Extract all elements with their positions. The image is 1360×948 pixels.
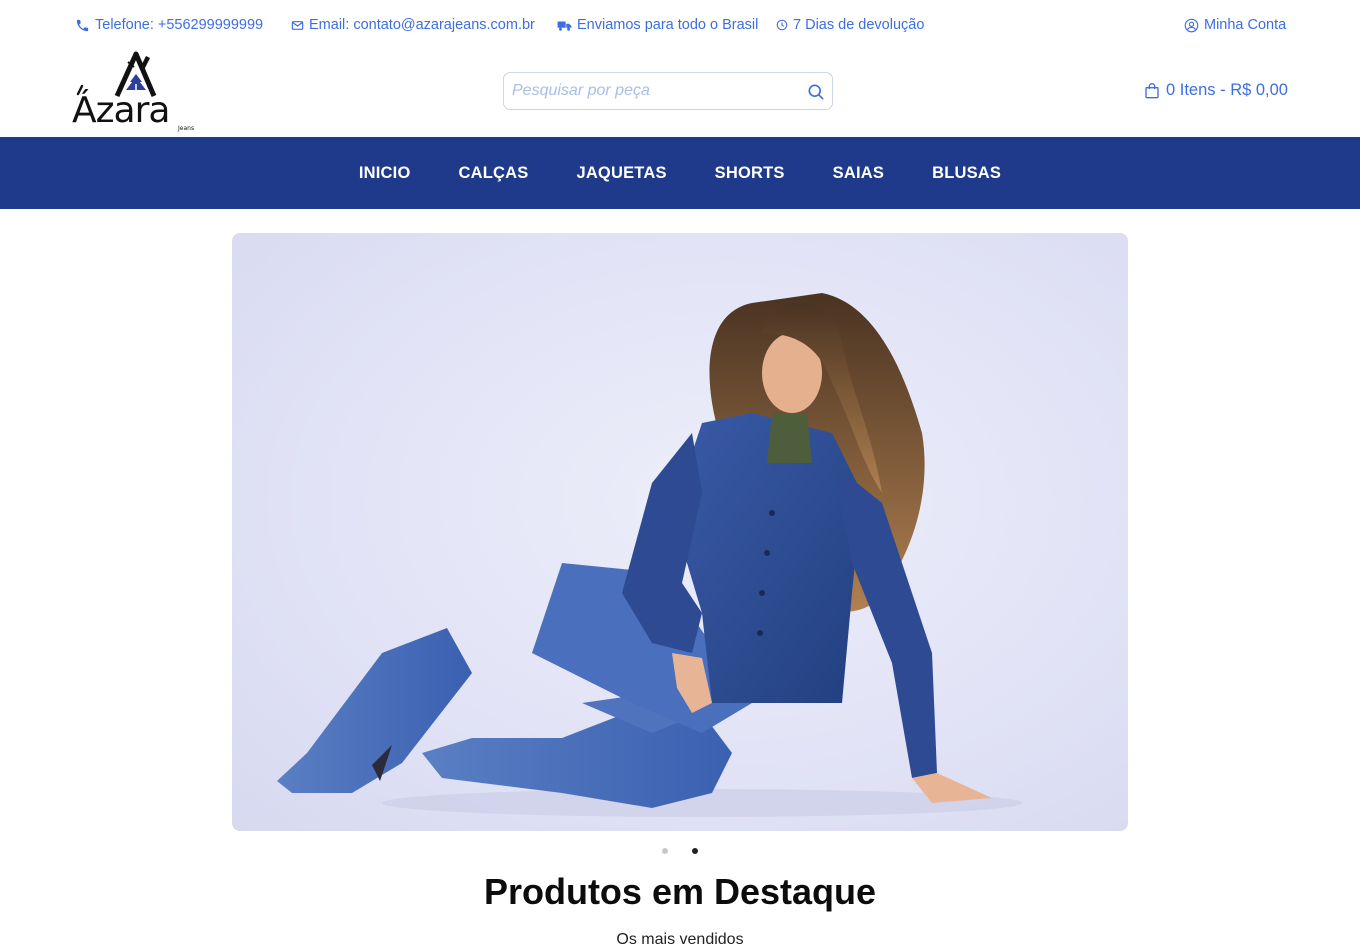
search-icon[interactable] — [806, 82, 826, 102]
nav-item-shorts[interactable]: SHORTS — [715, 164, 785, 183]
cart-label: 0 Itens - R$ 0,00 — [1166, 81, 1288, 99]
account-text: Minha Conta — [1204, 17, 1287, 33]
svg-text:Jeans: Jeans — [177, 125, 194, 132]
svg-text:Ázara: Ázara — [72, 89, 169, 131]
email-info[interactable]: Email: contato@azarajeans.com.br — [291, 17, 535, 33]
logo-mark: Ázara Jeans — [72, 51, 194, 132]
featured-title: Produtos em Destaque — [483, 871, 877, 912]
carousel-dot-1[interactable] — [662, 848, 668, 854]
shipping-info: Enviamos para todo o Brasil — [557, 17, 758, 33]
shipping-text: Enviamos para todo o Brasil — [577, 17, 759, 33]
featured-subtitle: Os mais vendidos — [616, 931, 744, 948]
top-info-bar: Telefone: +556299999999 Email: contato@a… — [0, 0, 1360, 52]
main-navigation: INICIO CALÇAS JAQUETAS SHORTS SAIAS BLUS… — [0, 137, 1360, 209]
phone-text: Telefone: +556299999999 — [95, 17, 264, 33]
search-input[interactable] — [504, 73, 832, 109]
carousel-indicators — [0, 848, 1360, 854]
search-box — [503, 72, 833, 110]
nav-item-saias[interactable]: SAIAS — [833, 164, 884, 183]
account-link[interactable]: Minha Conta — [1184, 17, 1286, 33]
hero-banner[interactable] — [232, 233, 1128, 831]
banner-model-image — [277, 293, 1022, 817]
phone-info[interactable]: Telefone: +556299999999 — [75, 17, 263, 33]
nav-item-inicio[interactable]: INICIO — [359, 164, 411, 183]
phone-icon — [76, 19, 89, 31]
returns-text: 7 Dias de devolução — [793, 17, 925, 33]
nav-item-blusas[interactable]: BLUSAS — [932, 164, 1001, 183]
cart-summary[interactable]: 0 Itens - R$ 0,00 — [1144, 81, 1288, 100]
clock-icon — [776, 19, 788, 31]
email-text: Email: contato@azarajeans.com.br — [309, 17, 535, 33]
brand-logo[interactable]: Ázara Jeans — [70, 50, 202, 132]
envelope-icon — [291, 20, 304, 30]
carousel-dot-2[interactable] — [692, 848, 698, 854]
user-circle-icon — [1184, 18, 1199, 32]
nav-item-jaquetas[interactable]: JAQUETAS — [576, 164, 666, 183]
nav-item-calcas[interactable]: CALÇAS — [458, 164, 528, 183]
truck-icon — [557, 20, 572, 31]
returns-info: 7 Dias de devolução — [776, 17, 924, 33]
shopping-bag-icon — [1145, 82, 1159, 98]
